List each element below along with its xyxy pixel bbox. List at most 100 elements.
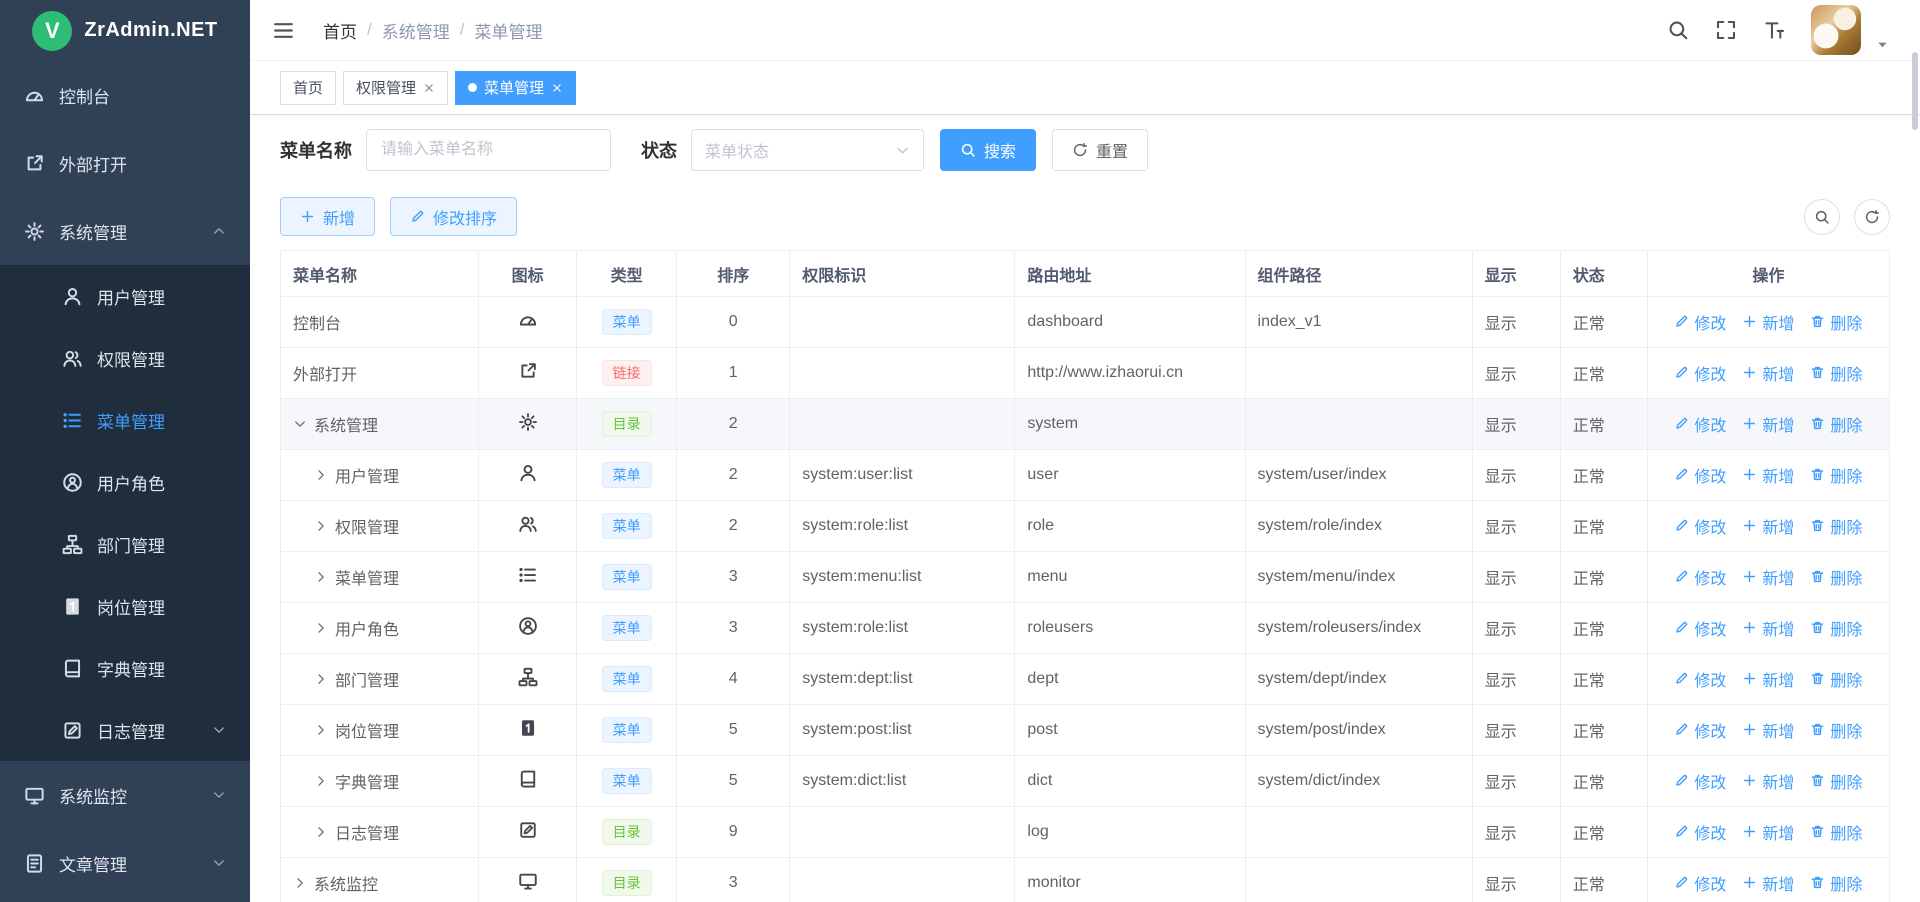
add-button[interactable]: 新增 <box>1742 361 1794 385</box>
menu-name-wrap: 外部打开 <box>293 361 466 385</box>
delete-button[interactable]: 删除 <box>1810 514 1862 538</box>
delete-button[interactable]: 删除 <box>1810 769 1862 793</box>
reset-button[interactable]: 重置 <box>1052 129 1148 171</box>
add-button[interactable]: 新增 <box>1742 514 1794 538</box>
delete-button[interactable]: 删除 <box>1810 871 1862 895</box>
tab-item[interactable]: 首页 <box>280 71 336 105</box>
delete-button[interactable]: 删除 <box>1810 310 1862 334</box>
delete-button[interactable]: 删除 <box>1810 412 1862 436</box>
delete-button[interactable]: 删除 <box>1810 565 1862 589</box>
add-button[interactable]: 新增 <box>1742 463 1794 487</box>
sidebar-item[interactable]: 系统监控 <box>0 761 250 829</box>
sidebar-toggle-icon[interactable] <box>272 19 295 42</box>
cell-route: system <box>1015 399 1245 450</box>
add-button[interactable]: 新增 <box>1742 769 1794 793</box>
edit-button[interactable]: 修改 <box>1674 667 1726 691</box>
sidebar-item[interactable]: 字典管理 <box>0 637 250 699</box>
avatar-caret-icon[interactable] <box>1875 37 1890 52</box>
delete-button[interactable]: 删除 <box>1810 667 1862 691</box>
sidebar-item[interactable]: 日志管理 <box>0 699 250 761</box>
edit-button[interactable]: 修改 <box>1674 820 1726 844</box>
sort-edit-button[interactable]: 修改排序 <box>390 197 517 236</box>
cell-menu-type: 链接 <box>577 348 677 399</box>
menu-name-text: 系统监控 <box>314 871 378 895</box>
tab-item[interactable]: 权限管理 <box>343 71 448 105</box>
add-button[interactable]: 新增 <box>1742 667 1794 691</box>
add-button[interactable]: 新增 <box>1742 616 1794 640</box>
edit-button[interactable]: 修改 <box>1674 565 1726 589</box>
external-link-icon <box>518 361 538 381</box>
delete-icon <box>1810 875 1825 890</box>
row-expand-icon[interactable] <box>314 570 328 584</box>
cell-component <box>1245 399 1472 450</box>
edit-button[interactable]: 修改 <box>1674 514 1726 538</box>
edit-button[interactable]: 修改 <box>1674 769 1726 793</box>
tab-close-icon[interactable] <box>423 82 435 94</box>
sidebar-item[interactable]: 部门管理 <box>0 513 250 575</box>
sidebar-item[interactable]: 权限管理 <box>0 327 250 389</box>
edit-button[interactable]: 修改 <box>1674 871 1726 895</box>
cell-status: 正常 <box>1560 297 1647 348</box>
sidebar-item[interactable]: 用户管理 <box>0 265 250 327</box>
sidebar-item[interactable]: 控制台 <box>0 61 250 129</box>
logo[interactable]: V ZrAdmin.NET <box>0 0 250 61</box>
add-button[interactable]: 新增 <box>1742 871 1794 895</box>
row-expand-icon[interactable] <box>293 417 307 431</box>
menu-name-input[interactable] <box>366 129 611 171</box>
add-button[interactable]: 新增 <box>1742 718 1794 742</box>
delete-button[interactable]: 删除 <box>1810 616 1862 640</box>
search-icon[interactable] <box>1667 19 1689 41</box>
search-toggle-button[interactable] <box>1804 199 1840 235</box>
row-expand-icon[interactable] <box>314 672 328 686</box>
row-expand-icon[interactable] <box>314 519 328 533</box>
breadcrumb-item[interactable]: 系统管理 <box>382 18 450 43</box>
add-button[interactable]: 新增 <box>280 197 375 236</box>
sidebar-item[interactable]: 菜单管理 <box>0 389 250 451</box>
column-header: 状态 <box>1560 251 1647 297</box>
fullscreen-icon[interactable] <box>1715 19 1737 41</box>
row-expand-icon[interactable] <box>314 825 328 839</box>
refresh-button[interactable] <box>1854 199 1890 235</box>
table-row: 外部打开链接1http://www.izhaorui.cn显示正常修改新增删除 <box>281 348 1890 399</box>
table-row: 字典管理菜单5system:dict:listdictsystem/dict/i… <box>281 756 1890 807</box>
avatar[interactable] <box>1811 5 1861 55</box>
row-expand-icon[interactable] <box>293 876 307 890</box>
chevron-down-icon <box>212 856 226 870</box>
breadcrumb-item[interactable]: 首页 <box>323 18 357 43</box>
row-expand-icon[interactable] <box>314 774 328 788</box>
search-button[interactable]: 搜索 <box>940 129 1036 171</box>
sidebar-item[interactable]: 外部打开 <box>0 129 250 197</box>
op-label: 删除 <box>1830 871 1862 895</box>
op-label: 删除 <box>1830 310 1862 334</box>
sidebar-item[interactable]: 岗位管理 <box>0 575 250 637</box>
add-button[interactable]: 新增 <box>1742 412 1794 436</box>
row-expand-icon[interactable] <box>314 621 328 635</box>
edit-button[interactable]: 修改 <box>1674 412 1726 436</box>
tab-item[interactable]: 菜单管理 <box>455 71 576 105</box>
delete-button[interactable]: 删除 <box>1810 718 1862 742</box>
sidebar-item[interactable]: 系统管理 <box>0 197 250 265</box>
cell-status: 正常 <box>1560 756 1647 807</box>
delete-button[interactable]: 删除 <box>1810 820 1862 844</box>
add-button[interactable]: 新增 <box>1742 820 1794 844</box>
font-size-icon[interactable] <box>1763 19 1785 41</box>
delete-button[interactable]: 删除 <box>1810 463 1862 487</box>
row-expand-icon[interactable] <box>314 723 328 737</box>
sidebar-item[interactable]: 文章管理 <box>0 829 250 897</box>
delete-button[interactable]: 删除 <box>1810 361 1862 385</box>
scrollbar[interactable] <box>1910 0 1920 902</box>
cell-menu-name: 用户角色 <box>281 603 479 654</box>
add-button[interactable]: 新增 <box>1742 565 1794 589</box>
sidebar-item[interactable]: 用户角色 <box>0 451 250 513</box>
edit-button[interactable]: 修改 <box>1674 310 1726 334</box>
cell-route: monitor <box>1015 858 1245 902</box>
edit-button[interactable]: 修改 <box>1674 616 1726 640</box>
scrollbar-thumb[interactable] <box>1912 52 1918 130</box>
row-expand-icon[interactable] <box>314 468 328 482</box>
edit-button[interactable]: 修改 <box>1674 463 1726 487</box>
edit-button[interactable]: 修改 <box>1674 361 1726 385</box>
tab-close-icon[interactable] <box>551 82 563 94</box>
menu-status-select[interactable]: 菜单状态 <box>691 129 924 171</box>
edit-button[interactable]: 修改 <box>1674 718 1726 742</box>
add-button[interactable]: 新增 <box>1742 310 1794 334</box>
